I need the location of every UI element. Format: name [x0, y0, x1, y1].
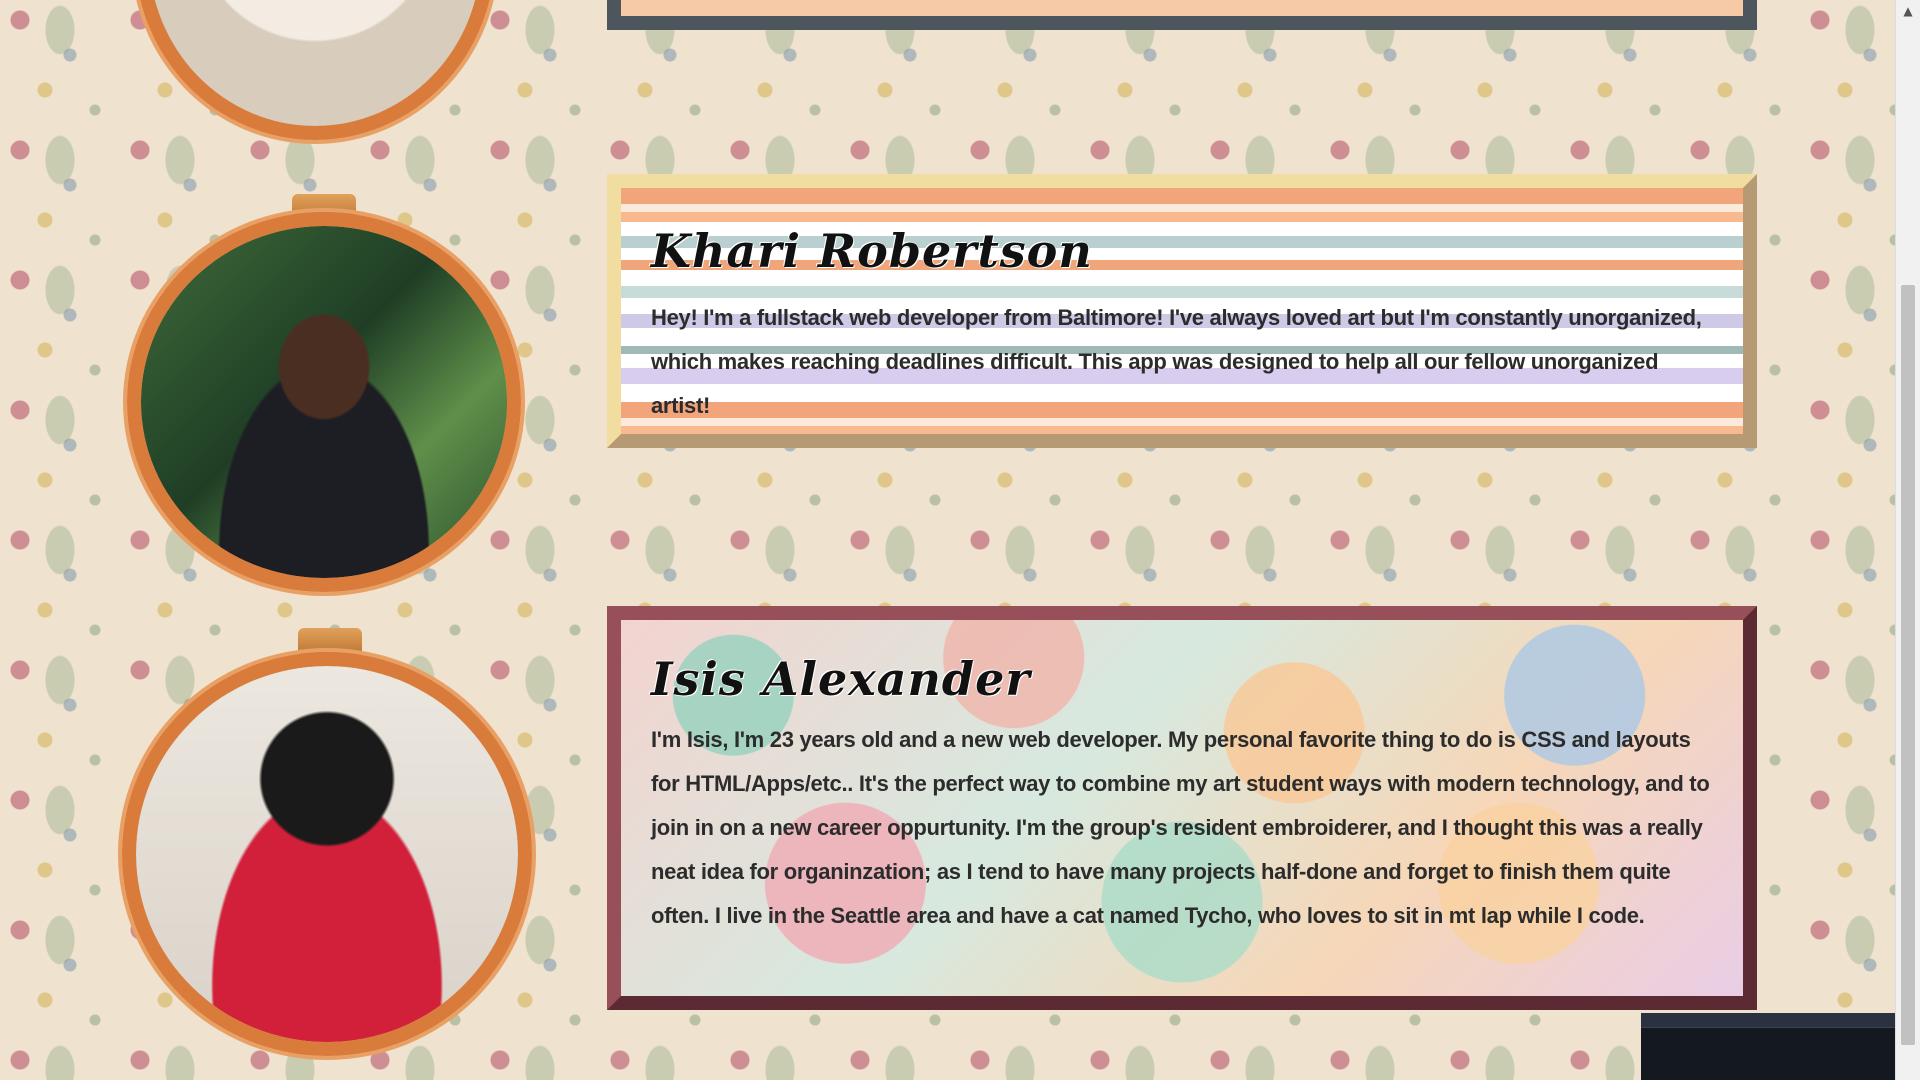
- taskbar-preview-strip: [1641, 1013, 1896, 1028]
- about-page: Khari Robertson Hey! I'm a fullstack web…: [0, 0, 1896, 1080]
- member-photo-previous: [149, 0, 481, 126]
- member-name: Khari Robertson: [651, 224, 1093, 278]
- scrollbar-thumb[interactable]: [1901, 285, 1915, 1045]
- member-photo-isis: [136, 666, 518, 1042]
- member-card-isis: Isis Alexander I'm Isis, I'm 23 years ol…: [607, 606, 1757, 1010]
- member-name: Isis Alexander: [651, 652, 1031, 706]
- member-bio: Hey! I'm a fullstack web developer from …: [651, 305, 1702, 418]
- member-bio: I'm Isis, I'm 23 years old and a new web…: [651, 727, 1710, 928]
- member-photo-hoop-previous: [135, 0, 495, 140]
- taskbar-preview: [1641, 1013, 1896, 1080]
- vertical-scrollbar[interactable]: ▲: [1895, 0, 1920, 1080]
- member-photo-hoop-khari: [127, 212, 521, 592]
- member-card-previous: [607, 0, 1757, 30]
- member-photo-khari: [141, 226, 507, 578]
- member-photo-hoop-isis: [122, 652, 532, 1056]
- member-card-khari: Khari Robertson Hey! I'm a fullstack web…: [607, 174, 1757, 448]
- scroll-up-arrow-icon[interactable]: ▲: [1896, 0, 1920, 22]
